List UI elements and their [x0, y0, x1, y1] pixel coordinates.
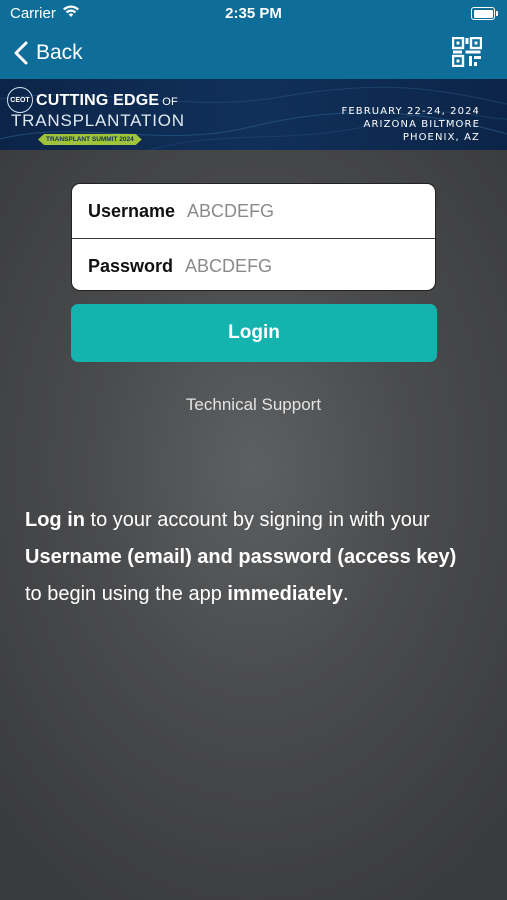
banner-title-line1: CUTTING EDGE OF [36, 92, 178, 109]
back-button[interactable]: Back [14, 38, 83, 68]
password-row: Password [72, 238, 435, 293]
login-form: Username Password [71, 183, 436, 291]
banner-title-line2: TRANSPLANTATION [11, 111, 185, 130]
login-button[interactable]: Login [71, 304, 437, 362]
banner-subtitle: TRANSPLANT SUMMIT 2024 [38, 134, 142, 145]
login-instructions: Log in to your account by signing in wit… [25, 509, 457, 605]
event-venue: ARIZONA BILTMORE [363, 119, 480, 130]
qr-scan-icon[interactable] [452, 37, 482, 67]
event-banner: CEOT CUTTING EDGE OF TRANSPLANTATION TRAN… [0, 79, 507, 150]
status-time: 2:35 PM [225, 5, 282, 22]
technical-support-link[interactable]: Technical Support [0, 395, 507, 415]
navigation-bar: Carrier 2:35 PM Back [0, 0, 507, 79]
password-label: Password [88, 255, 174, 276]
event-city: PHOENIX, AZ [402, 132, 480, 143]
event-dates: FEBRUARY 22-24, 2024 [341, 106, 480, 117]
password-input[interactable] [185, 255, 406, 277]
back-label: Back [36, 41, 83, 64]
username-input[interactable] [187, 200, 408, 222]
battery-icon [471, 7, 498, 20]
username-label: Username [88, 200, 176, 221]
ceot-logo: CEOT [7, 87, 33, 113]
username-row: Username [72, 184, 435, 238]
chevron-left-icon [14, 41, 28, 65]
